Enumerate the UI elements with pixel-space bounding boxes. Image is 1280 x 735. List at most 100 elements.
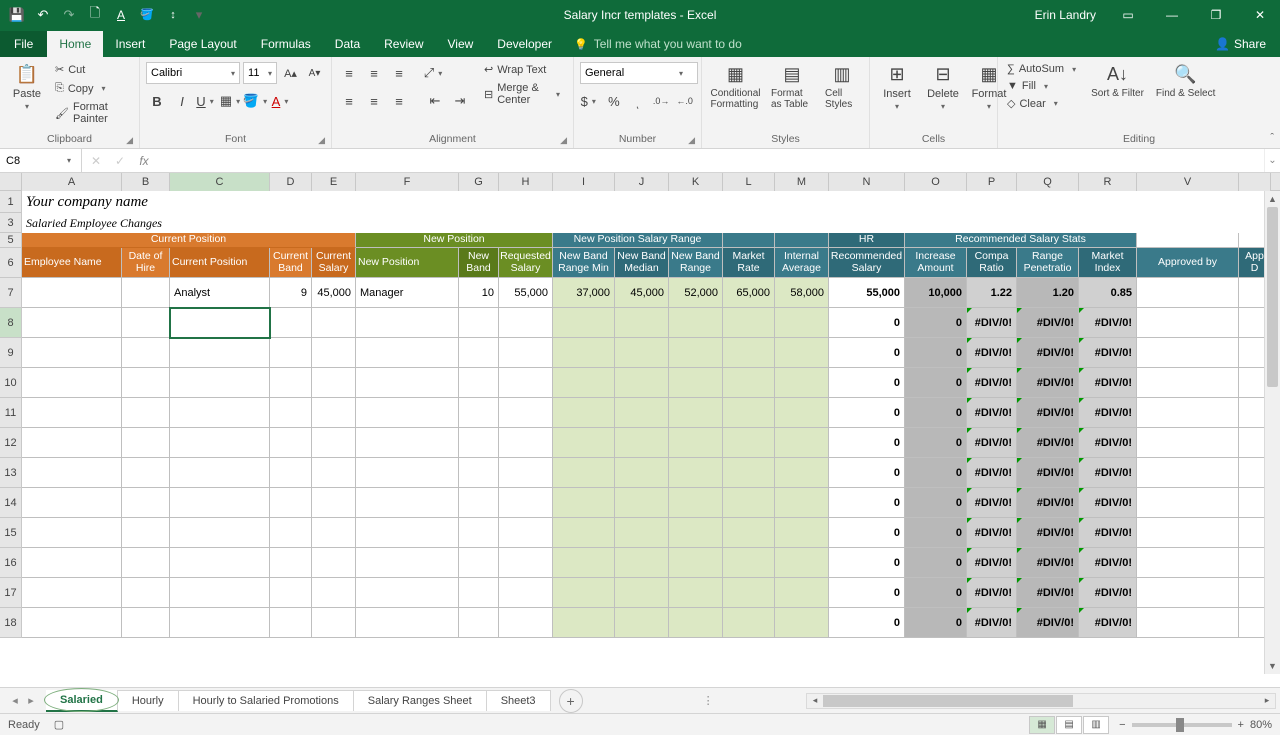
cell[interactable] <box>723 308 775 338</box>
cell[interactable]: #DIV/0! <box>967 548 1017 578</box>
cell[interactable] <box>1137 518 1239 548</box>
align-top-icon[interactable]: ≡ <box>338 62 360 84</box>
cell[interactable] <box>170 398 270 428</box>
cell[interactable] <box>553 578 615 608</box>
cell[interactable] <box>669 608 723 638</box>
cell[interactable]: #DIV/0! <box>1079 548 1137 578</box>
insert-cells-button[interactable]: ⊞Insert▾ <box>876 60 918 113</box>
cell[interactable] <box>356 488 459 518</box>
orientation-icon[interactable]: ⤢▾ <box>424 62 446 84</box>
cell[interactable]: 58,000 <box>775 278 829 308</box>
scroll-thumb-vertical[interactable] <box>1267 207 1278 387</box>
column-header-V[interactable]: V <box>1137 173 1239 191</box>
cell[interactable]: 0 <box>905 308 967 338</box>
cell[interactable] <box>170 608 270 638</box>
cell[interactable] <box>615 398 669 428</box>
cell[interactable] <box>723 233 775 248</box>
sheet-nav[interactable]: ◂▸ <box>0 694 46 707</box>
cell[interactable]: Current Salary <box>312 248 356 278</box>
cell[interactable] <box>270 578 312 608</box>
cell[interactable]: #DIV/0! <box>1017 338 1079 368</box>
column-header-K[interactable]: K <box>669 173 723 191</box>
cell[interactable] <box>122 548 170 578</box>
zoom-level[interactable]: 80% <box>1250 719 1272 731</box>
cell[interactable] <box>270 428 312 458</box>
cell[interactable]: #DIV/0! <box>967 458 1017 488</box>
cell[interactable] <box>723 488 775 518</box>
column-header-A[interactable]: A <box>22 173 122 191</box>
cell[interactable] <box>775 518 829 548</box>
cell[interactable]: #DIV/0! <box>967 308 1017 338</box>
cell[interactable] <box>270 608 312 638</box>
cell[interactable] <box>1137 398 1239 428</box>
row-header-8[interactable]: 8 <box>0 308 22 338</box>
cell[interactable] <box>22 548 122 578</box>
align-center-icon[interactable]: ≡ <box>363 90 385 112</box>
font-size-combo[interactable]: ▾ <box>243 62 277 84</box>
cell[interactable] <box>356 428 459 458</box>
cell[interactable] <box>270 458 312 488</box>
cell[interactable] <box>669 398 723 428</box>
cell[interactable]: 0 <box>905 488 967 518</box>
cell[interactable] <box>312 428 356 458</box>
spreadsheet-grid[interactable]: ABCDEFGHIJKLMNOPQRV 1Your company name3S… <box>0 173 1280 687</box>
cell[interactable]: Date of Hire <box>122 248 170 278</box>
cell[interactable] <box>459 338 499 368</box>
tab-view[interactable]: View <box>436 31 486 57</box>
sheet-tab-hourly[interactable]: Hourly <box>118 690 179 711</box>
cell[interactable]: 0 <box>829 488 905 518</box>
cell[interactable] <box>312 398 356 428</box>
cell[interactable] <box>270 398 312 428</box>
cell[interactable] <box>459 368 499 398</box>
percent-format-icon[interactable]: % <box>604 90 625 112</box>
cell[interactable] <box>122 338 170 368</box>
cell[interactable]: New Band Range <box>669 248 723 278</box>
cell[interactable]: 0 <box>905 338 967 368</box>
cell[interactable]: 0 <box>905 518 967 548</box>
zoom-in-button[interactable]: + <box>1238 719 1244 731</box>
cell[interactable] <box>499 368 553 398</box>
cell[interactable]: Current Position <box>22 233 356 248</box>
increase-decimal-icon[interactable]: .0→ <box>651 90 672 112</box>
align-right-icon[interactable]: ≡ <box>388 90 410 112</box>
font-color-button[interactable]: A▾ <box>271 90 293 112</box>
cell[interactable] <box>723 368 775 398</box>
cell[interactable] <box>459 428 499 458</box>
zoom-out-button[interactable]: − <box>1119 719 1125 731</box>
cell[interactable] <box>22 428 122 458</box>
cell[interactable] <box>775 488 829 518</box>
cell[interactable] <box>1137 548 1239 578</box>
alignment-launcher-icon[interactable]: ◢ <box>560 135 567 146</box>
format-painter-button[interactable]: 🖌Format Painter <box>52 100 133 126</box>
cell[interactable] <box>356 308 459 338</box>
clear-button[interactable]: ◇Clear▾ <box>1004 96 1083 111</box>
minimize-button[interactable]: ― <box>1152 0 1192 29</box>
row-header-3[interactable]: 3 <box>0 213 22 233</box>
cell[interactable]: 0 <box>829 548 905 578</box>
share-button[interactable]: 👤Share <box>1201 31 1280 57</box>
name-box[interactable]: C8▾ <box>0 149 82 172</box>
cell[interactable] <box>270 488 312 518</box>
cell[interactable]: 0 <box>905 458 967 488</box>
cell[interactable]: 1.22 <box>967 278 1017 308</box>
cell[interactable] <box>775 548 829 578</box>
cell[interactable] <box>22 308 122 338</box>
cell[interactable] <box>553 338 615 368</box>
cell[interactable] <box>270 518 312 548</box>
cell[interactable]: #DIV/0! <box>967 608 1017 638</box>
vertical-scrollbar[interactable]: ▲ ▼ <box>1264 191 1280 674</box>
cell[interactable] <box>22 278 122 308</box>
zoom-slider[interactable] <box>1132 723 1232 727</box>
bold-button[interactable]: B <box>146 90 168 112</box>
cell[interactable]: 0 <box>829 518 905 548</box>
normal-view-button[interactable]: ▦ <box>1029 716 1055 734</box>
column-header-[interactable] <box>1239 173 1271 191</box>
cell[interactable] <box>170 308 270 338</box>
cell[interactable] <box>459 488 499 518</box>
collapse-ribbon-icon[interactable]: ˆ <box>1270 132 1274 144</box>
cell[interactable]: #DIV/0! <box>1017 518 1079 548</box>
conditional-formatting-button[interactable]: ▦Conditional Formatting <box>708 60 763 112</box>
cell[interactable]: Requested Salary <box>499 248 553 278</box>
delete-cells-button[interactable]: ⊟Delete▾ <box>922 60 964 113</box>
cell[interactable] <box>270 548 312 578</box>
